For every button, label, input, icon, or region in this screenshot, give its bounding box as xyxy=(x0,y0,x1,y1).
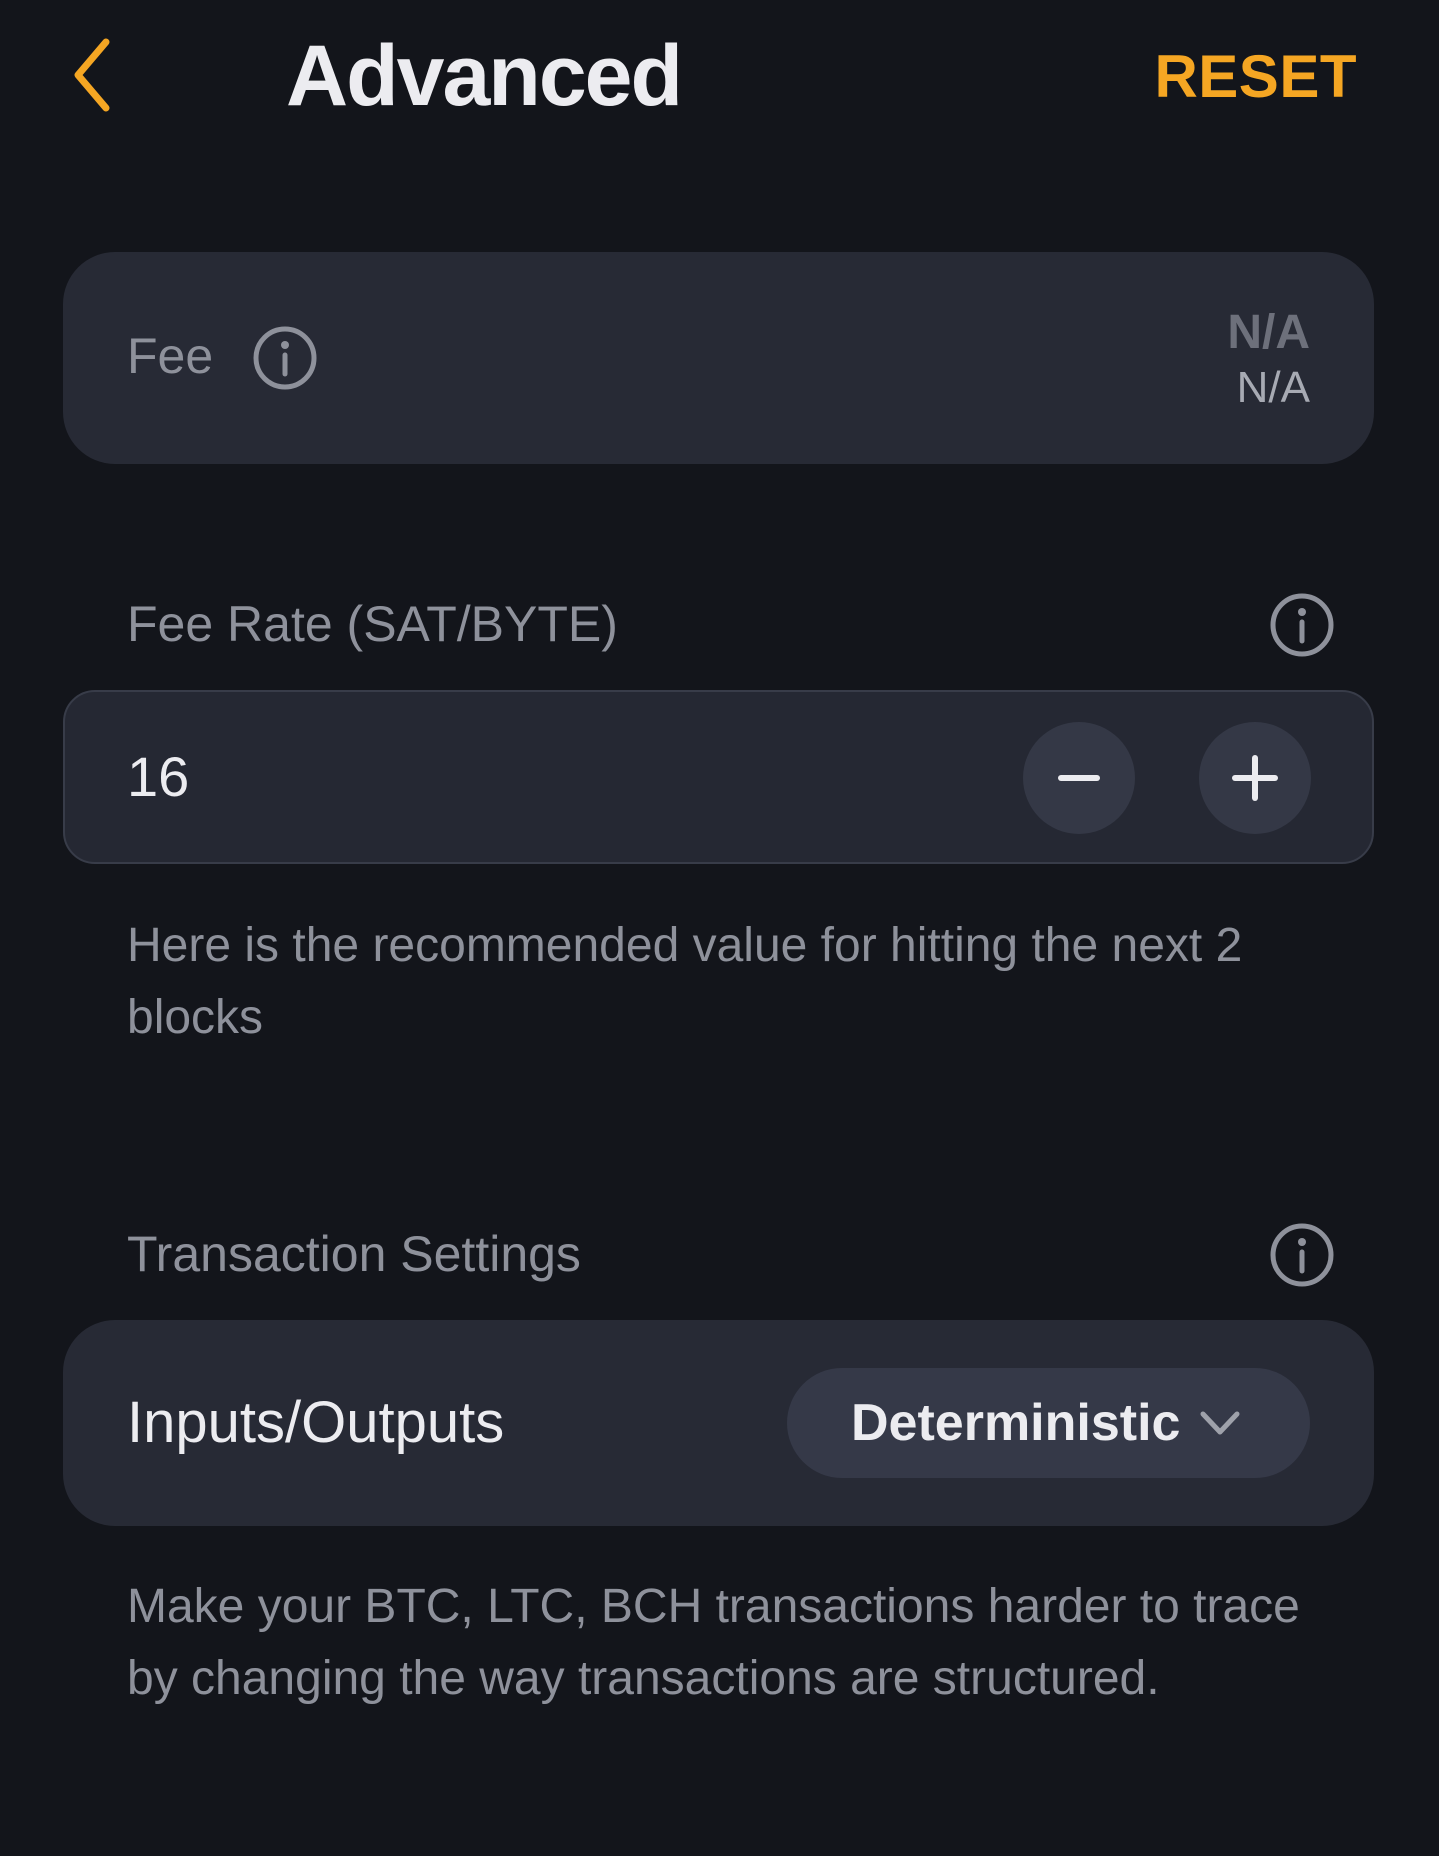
fee-rate-input[interactable] xyxy=(127,744,727,810)
transaction-settings-label: Transaction Settings xyxy=(127,1226,581,1282)
minus-icon xyxy=(1058,775,1100,781)
inputs-outputs-dropdown[interactable]: Deterministic xyxy=(787,1368,1310,1478)
inputs-outputs-label: Inputs/Outputs xyxy=(127,1390,505,1455)
increment-button[interactable] xyxy=(1199,722,1311,834)
fee-primary-value: N/A xyxy=(1227,306,1310,359)
chevron-left-icon xyxy=(74,38,110,112)
fee-secondary-value: N/A xyxy=(1236,363,1310,412)
page-title: Advanced xyxy=(286,28,683,124)
fee-rate-label: Fee Rate (SAT/BYTE) xyxy=(127,596,618,652)
transaction-settings-card: Inputs/Outputs Deterministic xyxy=(63,1320,1374,1526)
reset-button[interactable]: RESET xyxy=(1154,42,1357,112)
transaction-settings-info-icon[interactable] xyxy=(1269,1222,1335,1288)
decrement-button[interactable] xyxy=(1023,722,1135,834)
fee-label: Fee xyxy=(127,328,214,384)
transaction-settings-hint: Make your BTC, LTC, BCH transactions har… xyxy=(127,1580,1300,1705)
header: Advanced RESET xyxy=(0,0,1439,160)
fee-values: N/A N/A xyxy=(1227,304,1310,414)
chevron-down-icon xyxy=(1199,1402,1241,1444)
back-button[interactable] xyxy=(62,34,122,116)
fee-rate-input-box xyxy=(63,690,1374,864)
plus-icon xyxy=(1232,755,1278,801)
fee-rate-info-icon[interactable] xyxy=(1269,592,1335,658)
fee-rate-hint: Here is the recommended value for hittin… xyxy=(127,919,1243,1044)
fee-info-icon[interactable] xyxy=(252,325,318,391)
dropdown-selected-value: Deterministic xyxy=(851,1394,1181,1452)
fee-card: Fee N/A N/A xyxy=(63,252,1374,464)
